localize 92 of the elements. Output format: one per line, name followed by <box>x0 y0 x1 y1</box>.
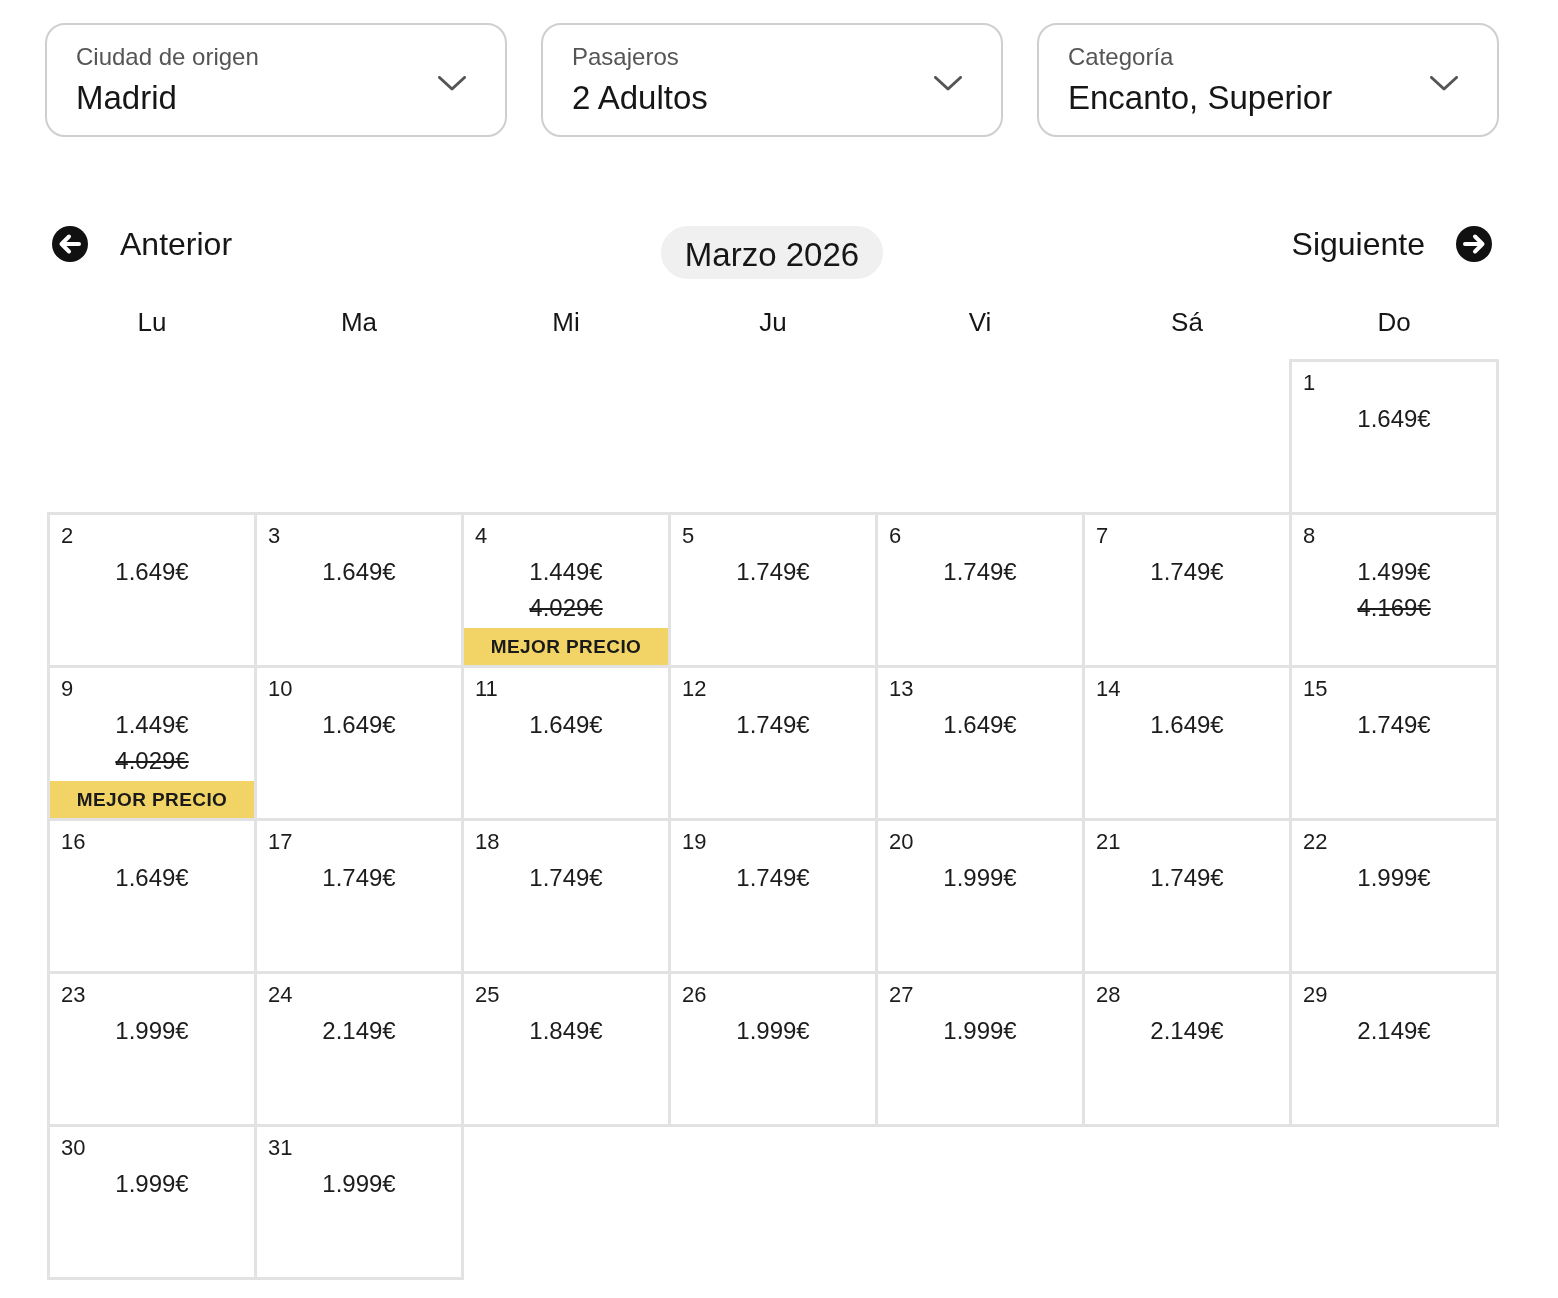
weekday-label: Ju <box>758 306 788 339</box>
price: 1.999€ <box>322 1169 396 1199</box>
day-number: 8 <box>1303 523 1316 549</box>
price: 2.149€ <box>1150 1016 1224 1046</box>
chevron-down-icon <box>438 76 466 91</box>
day-number: 1 <box>1303 370 1316 396</box>
arrow-left-circle-icon <box>52 226 88 262</box>
day-cell[interactable]: 29 2.149€ <box>1289 971 1499 1127</box>
day-number: 3 <box>268 523 281 549</box>
price: 1.649€ <box>322 710 396 740</box>
price: 1.849€ <box>529 1016 603 1046</box>
day-cell[interactable]: 2 1.649€ <box>47 512 257 668</box>
weekday-label: Sá <box>1170 306 1204 339</box>
day-number: 20 <box>889 829 914 855</box>
price: 1.999€ <box>736 1016 810 1046</box>
price: 1.749€ <box>1150 863 1224 893</box>
day-number: 5 <box>682 523 695 549</box>
select-field[interactable]: Categoría Encanto, Superior <box>1037 23 1499 137</box>
day-number: 26 <box>682 982 707 1008</box>
price: 1.649€ <box>322 557 396 587</box>
day-number: 10 <box>268 676 293 702</box>
weekday-label: Lu <box>136 306 168 339</box>
day-cell[interactable]: 4 1.449€ 4.029€ MEJOR PRECIO <box>461 512 671 668</box>
price: 1.749€ <box>736 863 810 893</box>
day-number: 27 <box>889 982 914 1008</box>
day-number: 12 <box>682 676 707 702</box>
day-cell[interactable]: 1 1.649€ <box>1289 359 1499 515</box>
weekday-label: Do <box>1376 306 1412 339</box>
day-number: 17 <box>268 829 293 855</box>
price: 1.999€ <box>943 863 1017 893</box>
weekday-label: Vi <box>967 306 993 339</box>
day-number: 18 <box>475 829 500 855</box>
day-cell[interactable]: 30 1.999€ <box>47 1124 257 1280</box>
day-number: 31 <box>268 1135 293 1161</box>
price: 1.999€ <box>115 1016 189 1046</box>
day-number: 14 <box>1096 676 1121 702</box>
price: 1.999€ <box>115 1169 189 1199</box>
day-cell[interactable]: 31 1.999€ <box>254 1124 464 1280</box>
price: 1.649€ <box>943 710 1017 740</box>
price: 1.999€ <box>943 1016 1017 1046</box>
day-number: 16 <box>61 829 86 855</box>
day-number: 13 <box>889 676 914 702</box>
price: 1.749€ <box>1357 710 1431 740</box>
day-number: 2 <box>61 523 74 549</box>
price: 2.149€ <box>322 1016 396 1046</box>
price: 1.749€ <box>943 557 1017 587</box>
price: 1.449€ <box>529 557 603 587</box>
previous-button[interactable]: Anterior <box>52 226 233 262</box>
arrow-right-circle-icon <box>1456 226 1492 262</box>
select-field[interactable]: Pasajeros 2 Adultos <box>541 23 1003 137</box>
price: 1.749€ <box>322 863 396 893</box>
day-number: 19 <box>682 829 707 855</box>
day-number: 9 <box>61 676 74 702</box>
day-number: 30 <box>61 1135 86 1161</box>
chevron-down-icon <box>934 76 962 91</box>
day-number: 6 <box>889 523 902 549</box>
day-cell[interactable]: 9 1.449€ 4.029€ MEJOR PRECIO <box>47 665 257 821</box>
price: 1.649€ <box>1150 710 1224 740</box>
price: 2.149€ <box>1357 1016 1431 1046</box>
day-number: 24 <box>268 982 293 1008</box>
day-number: 23 <box>61 982 86 1008</box>
original-price: 4.169€ <box>1357 593 1431 623</box>
day-number: 15 <box>1303 676 1328 702</box>
best-price-badge: MEJOR PRECIO <box>464 628 668 665</box>
weekday-label: Mi <box>551 306 581 339</box>
price: 1.649€ <box>115 863 189 893</box>
price: 1.649€ <box>1357 404 1431 434</box>
day-number: 25 <box>475 982 500 1008</box>
price: 1.749€ <box>529 863 603 893</box>
day-number: 7 <box>1096 523 1109 549</box>
day-number: 29 <box>1303 982 1328 1008</box>
day-number: 22 <box>1303 829 1328 855</box>
price: 1.649€ <box>115 557 189 587</box>
weekday-label: Ma <box>339 306 379 339</box>
day-number: 28 <box>1096 982 1121 1008</box>
chevron-down-icon <box>1430 76 1458 91</box>
select-field[interactable]: Ciudad de origen Madrid <box>45 23 507 137</box>
original-price: 4.029€ <box>529 593 603 623</box>
month-label: Marzo 2026 <box>660 226 884 279</box>
price: 1.649€ <box>529 710 603 740</box>
price: 1.999€ <box>1357 863 1431 893</box>
day-number: 21 <box>1096 829 1121 855</box>
day-number: 4 <box>475 523 488 549</box>
price: 1.749€ <box>736 710 810 740</box>
day-number: 11 <box>475 676 498 702</box>
best-price-badge: MEJOR PRECIO <box>50 781 254 818</box>
price: 1.449€ <box>115 710 189 740</box>
price: 1.749€ <box>1150 557 1224 587</box>
price: 1.749€ <box>736 557 810 587</box>
next-button[interactable]: Siguiente <box>1291 226 1492 262</box>
price: 1.499€ <box>1357 557 1431 587</box>
original-price: 4.029€ <box>115 746 189 776</box>
